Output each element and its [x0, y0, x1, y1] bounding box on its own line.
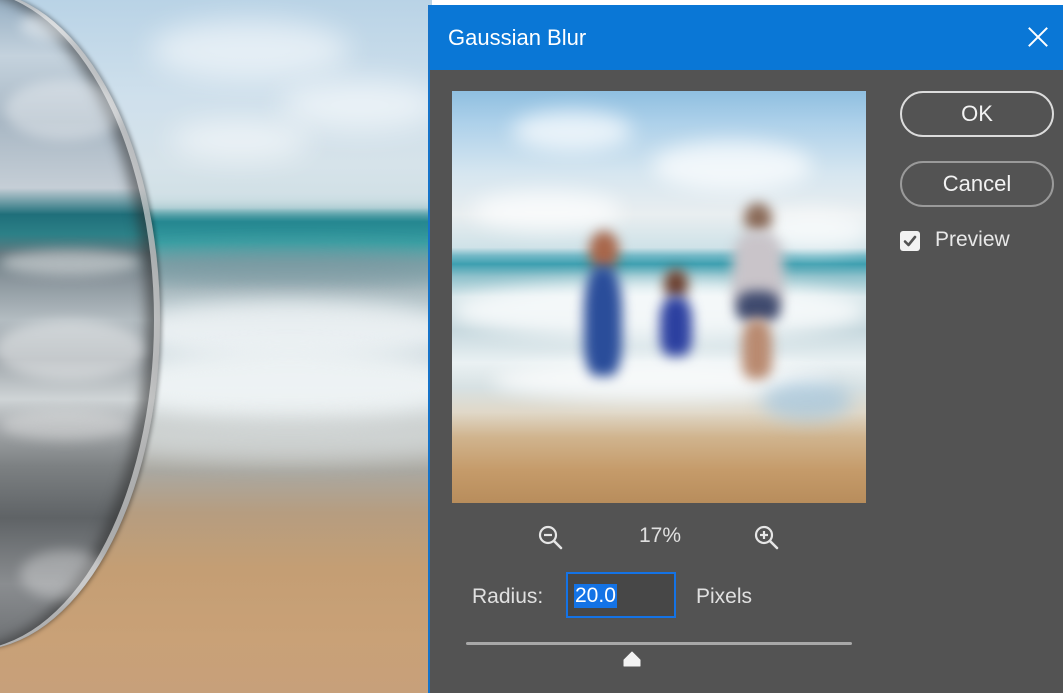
crystal-ball-lens — [0, 0, 160, 650]
radius-value: 20.0 — [574, 584, 617, 608]
zoom-level: 17% — [638, 524, 682, 547]
close-icon[interactable] — [1023, 22, 1053, 52]
document-canvas[interactable] — [0, 0, 432, 693]
photoshop-window: Gaussian Blur OK Cancel Preview 17% Radi… — [0, 0, 1063, 693]
preview-label: Preview — [935, 228, 1010, 251]
dialog-title: Gaussian Blur — [448, 25, 587, 50]
cancel-button[interactable]: Cancel — [900, 161, 1054, 207]
radius-slider-track[interactable] — [466, 642, 852, 645]
radius-label: Radius: — [472, 585, 544, 608]
preview-checkbox[interactable] — [900, 231, 920, 251]
gaussian-blur-dialog: Gaussian Blur OK Cancel Preview 17% Radi… — [428, 5, 1063, 693]
dialog-titlebar[interactable]: Gaussian Blur — [430, 5, 1063, 70]
radius-unit-label: Pixels — [696, 585, 753, 608]
radius-input[interactable]: 20.0 — [566, 572, 676, 618]
filter-preview-image[interactable] — [452, 91, 866, 503]
ok-button[interactable]: OK — [900, 91, 1054, 137]
zoom-in-icon[interactable] — [752, 523, 782, 553]
checkmark-icon — [903, 235, 917, 247]
slider-thumb-icon[interactable] — [622, 651, 642, 667]
zoom-out-icon[interactable] — [536, 523, 566, 553]
